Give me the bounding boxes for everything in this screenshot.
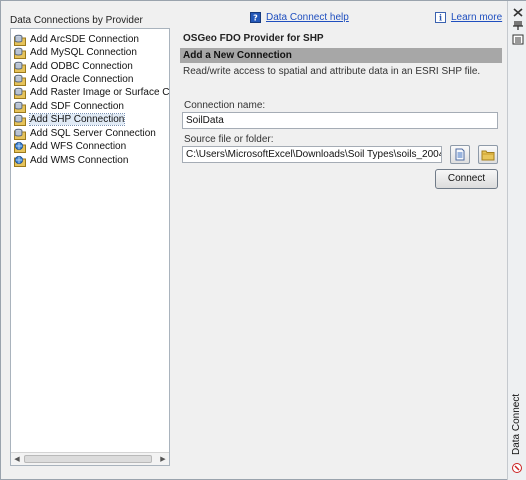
panel-title: Data Connections by Provider <box>10 15 143 26</box>
provider-list-item[interactable]: Add SDF Connection <box>14 100 124 113</box>
db-folder-icon <box>14 34 26 46</box>
browse-folder-button[interactable] <box>478 145 498 164</box>
provider-list[interactable]: Add ArcSDE Connection Add MySQL Connectio… <box>10 28 170 466</box>
provider-list-item-label: Add MySQL Connection <box>30 47 137 58</box>
close-icon[interactable] <box>512 7 524 18</box>
db-folder-icon <box>14 74 26 86</box>
provider-list-item[interactable]: Add Raster Image or Surface Connection <box>14 86 170 99</box>
data-connect-tab-icon[interactable] <box>511 462 523 474</box>
provider-list-item[interactable]: Add SHP Connection <box>14 113 126 126</box>
svg-text:i: i <box>439 13 442 23</box>
section-header: Add a New Connection <box>180 48 502 63</box>
provider-title: OSGeo FDO Provider for SHP <box>183 33 324 44</box>
source-path-input[interactable]: C:\Users\MicrosoftExcel\Downloads\Soil T… <box>182 146 442 163</box>
db-folder-icon <box>14 128 26 140</box>
provider-list-item-label: Add WMS Connection <box>30 155 129 166</box>
horizontal-scrollbar[interactable]: ◀ ▶ <box>11 452 169 465</box>
scrollbar-thumb[interactable] <box>24 455 152 463</box>
provider-list-item-label: Add Oracle Connection <box>30 74 134 85</box>
source-label: Source file or folder: <box>184 134 274 145</box>
scroll-right-arrow-icon[interactable]: ▶ <box>158 455 168 464</box>
globe-folder-icon <box>14 141 26 153</box>
scroll-left-arrow-icon[interactable]: ◀ <box>12 455 22 464</box>
side-tab-label: Data Connect <box>511 393 522 455</box>
provider-list-item[interactable]: Add WFS Connection <box>14 140 126 153</box>
provider-list-item-label: Add SQL Server Connection <box>30 128 156 139</box>
pin-icon[interactable] <box>512 20 524 31</box>
provider-list-item[interactable]: Add WMS Connection <box>14 154 128 167</box>
provider-list-item[interactable]: Add ArcSDE Connection <box>14 33 139 46</box>
connection-name-label: Connection name: <box>184 100 266 111</box>
data-connect-side-tab[interactable]: Data Connect <box>510 394 524 458</box>
provider-list-item-label: Add ArcSDE Connection <box>30 34 139 45</box>
provider-list-item[interactable]: Add Oracle Connection <box>14 73 133 86</box>
connection-name-input[interactable]: SoilData <box>182 112 498 129</box>
provider-list-item-label: Add Raster Image or Surface Connection <box>30 87 170 98</box>
db-folder-icon <box>14 114 26 126</box>
db-folder-icon <box>14 61 26 73</box>
provider-list-item-label: Add ODBC Connection <box>30 61 133 72</box>
learn-more-link-text[interactable]: Learn more <box>451 12 502 23</box>
globe-folder-icon <box>14 155 26 167</box>
browse-file-button[interactable] <box>450 145 470 164</box>
info-icon: i <box>435 12 446 23</box>
svg-text:?: ? <box>253 14 258 23</box>
help-link-text[interactable]: Data Connect help <box>266 12 349 23</box>
provider-list-item-label: Add WFS Connection <box>30 141 127 152</box>
provider-list-item-label: Add SHP Connection <box>28 113 126 126</box>
properties-icon[interactable] <box>512 34 524 45</box>
folder-icon <box>481 150 495 160</box>
document-icon <box>455 148 465 161</box>
provider-list-item-label: Add SDF Connection <box>30 101 124 112</box>
help-icon: ? <box>250 12 261 23</box>
help-link[interactable]: ? Data Connect help <box>250 12 349 23</box>
provider-description: Read/write access to spatial and attribu… <box>183 66 481 77</box>
db-folder-icon <box>14 47 26 59</box>
db-folder-icon <box>14 87 26 99</box>
db-folder-icon <box>14 101 26 113</box>
learn-more-link[interactable]: i Learn more <box>435 12 502 23</box>
provider-list-item[interactable]: Add ODBC Connection <box>14 60 133 73</box>
provider-list-item[interactable]: Add MySQL Connection <box>14 46 137 59</box>
connect-button[interactable]: Connect <box>435 169 498 189</box>
provider-list-item[interactable]: Add SQL Server Connection <box>14 127 156 140</box>
data-connect-window: Data Connections by Provider Add ArcSDE … <box>0 0 526 480</box>
